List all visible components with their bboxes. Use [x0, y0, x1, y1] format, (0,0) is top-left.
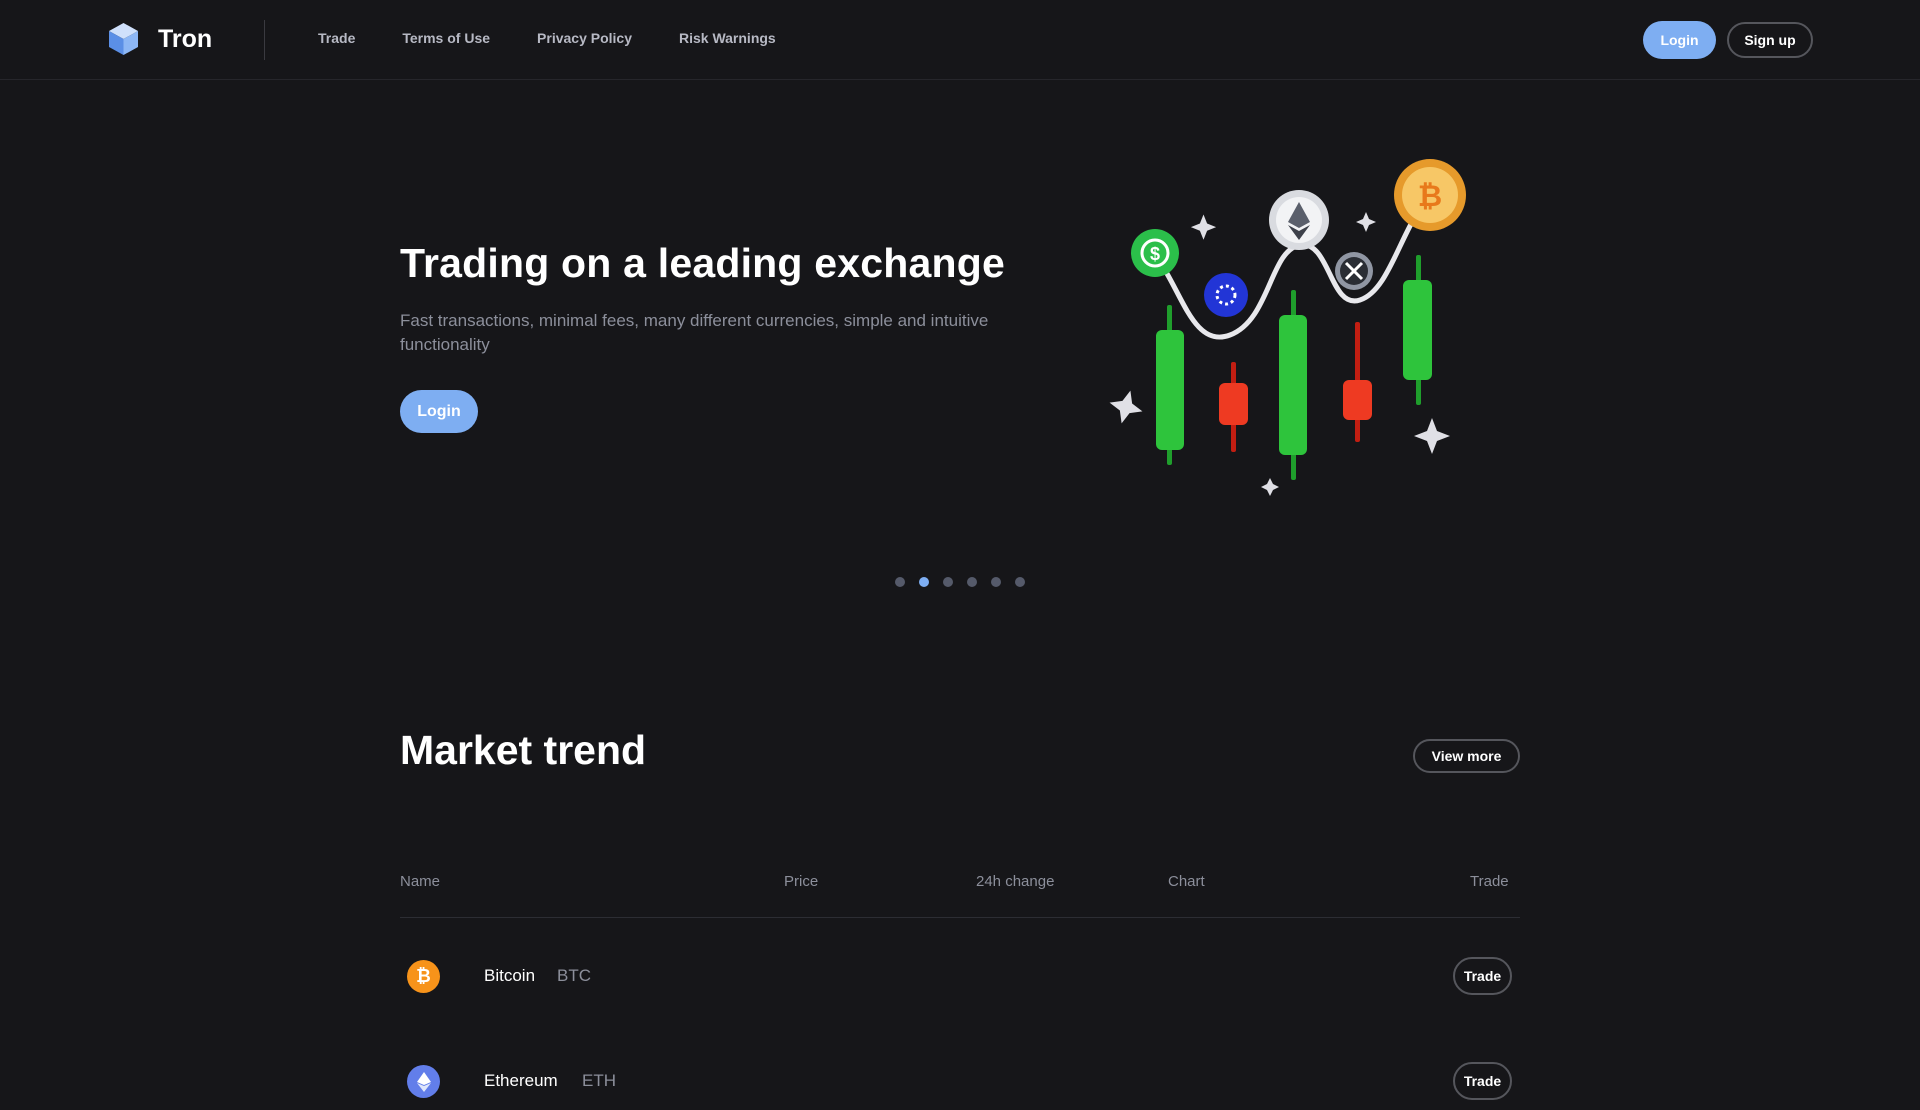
view-more-button[interactable]: View more — [1413, 739, 1520, 773]
trade-button[interactable]: Trade — [1453, 1062, 1512, 1100]
bitcoin-icon: ₿ — [407, 960, 440, 993]
hero-title: Trading on a leading exchange — [400, 240, 1005, 286]
carousel-dot[interactable] — [895, 577, 905, 587]
column-header-chart: Chart — [1168, 873, 1205, 890]
nav-item-risk-warnings[interactable]: Risk Warnings — [679, 30, 776, 46]
coin-name: Bitcoin — [484, 966, 536, 985]
nav-item-trade[interactable]: Trade — [318, 30, 355, 46]
hero-subtitle: Fast transactions, minimal fees, many di… — [400, 311, 989, 354]
brand-name: Tron — [158, 24, 213, 53]
cardano-coin-icon — [1204, 273, 1248, 317]
column-header-trade: Trade — [1470, 873, 1509, 890]
carousel-dot[interactable] — [967, 577, 977, 587]
coin-symbol: BTC — [557, 966, 591, 985]
ethereum-icon — [407, 1065, 440, 1098]
hero-login-button[interactable]: Login — [400, 390, 478, 433]
market-trend-title: Market trend — [400, 727, 647, 773]
column-header-price: Price — [784, 873, 819, 890]
carousel-dot[interactable] — [1015, 577, 1025, 587]
brand-logo[interactable]: Tron — [108, 22, 212, 56]
usd-coin-icon: $ — [1131, 229, 1179, 277]
carousel-dot[interactable] — [991, 577, 1001, 587]
hero-carousel-indicators — [895, 577, 1039, 587]
nav-item-privacy-policy[interactable]: Privacy Policy — [537, 30, 632, 46]
cube-logo-icon — [109, 23, 138, 55]
nav-item-terms-of-use[interactable]: Terms of Use — [402, 30, 490, 46]
header-login-button[interactable]: Login — [1643, 21, 1716, 59]
header-signup-button[interactable]: Sign up — [1727, 22, 1813, 58]
column-header-24h-change: 24h change — [976, 873, 1055, 890]
main-nav: Trade Terms of Use Privacy Policy Risk W… — [318, 30, 823, 46]
carousel-dot-active[interactable] — [919, 577, 929, 587]
candlestick-chart-icon — [1156, 255, 1432, 480]
column-header-name: Name — [400, 873, 441, 890]
xrp-coin-icon — [1335, 252, 1373, 290]
trade-button[interactable]: Trade — [1453, 957, 1512, 995]
coin-name: Ethereum — [484, 1071, 558, 1090]
header-divider — [264, 20, 265, 60]
coin-symbol: ETH — [582, 1071, 616, 1090]
svg-text:$: $ — [1150, 244, 1160, 264]
ethereum-coin-icon — [1269, 190, 1329, 250]
carousel-dot[interactable] — [943, 577, 953, 587]
trading-candlestick-illustration: $ ₿ — [1109, 159, 1466, 496]
table-row: Ethereum ETH Trade — [400, 1050, 1520, 1110]
svg-text:₿: ₿ — [1418, 180, 1442, 213]
top-navbar: Tron Trade Terms of Use Privacy Policy R… — [0, 0, 1920, 80]
table-header-divider — [400, 917, 1520, 918]
table-row: ₿ Bitcoin BTC Trade — [400, 945, 1520, 1005]
bitcoin-coin-icon: ₿ — [1394, 159, 1466, 231]
